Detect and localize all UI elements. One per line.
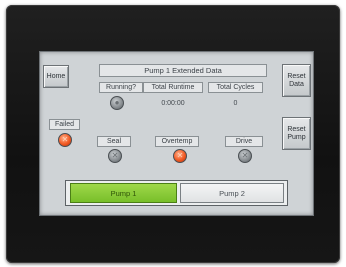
home-button[interactable]: Home (43, 65, 69, 88)
seal-indicator: ✕ (108, 149, 122, 163)
running-indicator: ● (110, 96, 124, 110)
page-title: Pump 1 Extended Data (99, 64, 267, 77)
drive-label: Drive (225, 136, 263, 147)
seal-label: Seal (97, 136, 131, 147)
reset-pump-button[interactable]: Reset Pump (282, 117, 311, 150)
drive-indicator: ✕ (238, 149, 252, 163)
alarm-active-icon: ✕ (61, 135, 69, 144)
total-cycles-value: 0 (233, 100, 238, 107)
indicator-off-icon: ● (114, 98, 120, 107)
reset-data-button[interactable]: Reset Data (282, 64, 311, 97)
tab-pump-1[interactable]: Pump 1 (70, 183, 177, 203)
total-runtime-label: Total Runtime (143, 82, 203, 93)
overtemp-label: Overtemp (155, 136, 199, 147)
indicator-off-icon: ✕ (241, 151, 249, 160)
total-runtime-value: 0:00:00 (161, 100, 185, 107)
total-cycles-label: Total Cycles (208, 82, 263, 93)
alarm-active-icon: ✕ (176, 151, 184, 160)
overtemp-indicator: ✕ (173, 149, 187, 163)
running-label: Running? (99, 82, 143, 93)
failed-indicator: ✕ (58, 133, 72, 147)
indicator-off-icon: ✕ (111, 151, 119, 160)
tab-pump-2[interactable]: Pump 2 (180, 183, 284, 203)
failed-label: Failed (49, 119, 80, 130)
hmi-screen: Home Pump 1 Extended Data Reset Data Run… (39, 51, 314, 216)
